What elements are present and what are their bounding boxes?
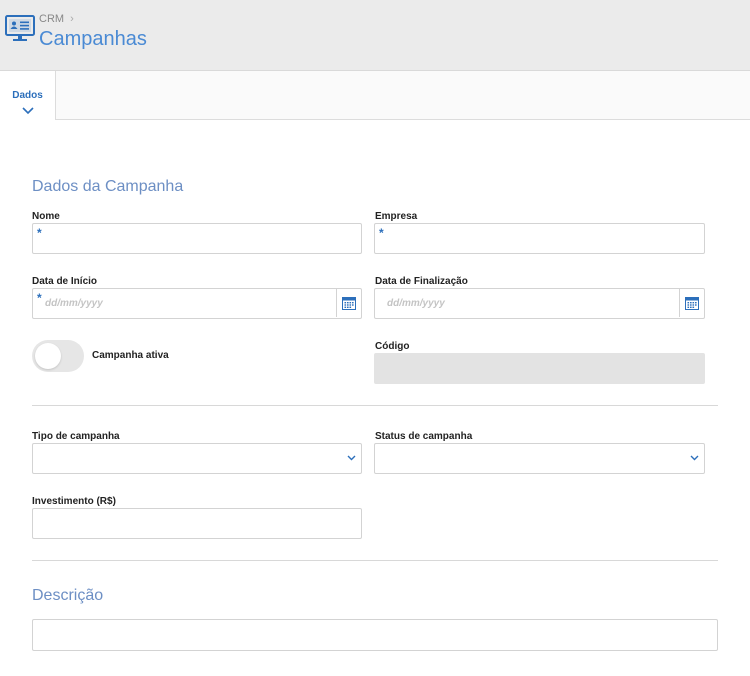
- toggle-knob: [35, 343, 61, 369]
- required-marker: *: [37, 291, 42, 305]
- tipo-campanha-select[interactable]: [32, 443, 362, 474]
- required-marker: *: [379, 226, 384, 240]
- calendar-icon: [342, 297, 356, 310]
- nome-input[interactable]: *: [32, 223, 362, 254]
- data-inicio-input[interactable]: * dd/mm/yyyy: [32, 288, 362, 319]
- calendar-button[interactable]: [336, 289, 361, 317]
- date-placeholder: dd/mm/yyyy: [45, 298, 103, 309]
- calendar-button[interactable]: [679, 289, 704, 317]
- status-campanha-select[interactable]: [374, 443, 705, 474]
- monitor-contact-card-icon: [5, 15, 35, 41]
- codigo-label: Código: [375, 341, 410, 352]
- calendar-icon: [685, 297, 699, 310]
- chevron-down-icon: [347, 455, 356, 461]
- required-marker: *: [37, 226, 42, 240]
- empresa-input[interactable]: *: [374, 223, 705, 254]
- breadcrumb: CRM ›: [39, 13, 74, 25]
- section-title-descricao: Descrição: [32, 587, 104, 604]
- data-finalizacao-label: Data de Finalização: [375, 276, 468, 287]
- chevron-down-icon: [690, 455, 699, 461]
- divider: [32, 560, 718, 561]
- divider: [32, 405, 718, 406]
- data-finalizacao-input[interactable]: dd/mm/yyyy: [374, 288, 705, 319]
- breadcrumb-crm[interactable]: CRM: [39, 13, 64, 25]
- nome-label: Nome: [32, 211, 60, 222]
- empresa-label: Empresa: [375, 211, 418, 222]
- status-campanha-label: Status de campanha: [375, 431, 473, 442]
- investimento-input[interactable]: [32, 508, 362, 539]
- tab-bar: Dados: [0, 71, 750, 120]
- tab-dados[interactable]: Dados: [0, 71, 56, 120]
- descricao-input[interactable]: [32, 619, 718, 651]
- investimento-label: Investimento (R$): [32, 496, 116, 507]
- chevron-down-icon: [22, 107, 34, 115]
- tipo-campanha-label: Tipo de campanha: [32, 431, 120, 442]
- tab-dados-label: Dados: [12, 90, 43, 101]
- campanha-ativa-toggle[interactable]: [32, 340, 84, 372]
- data-inicio-label: Data de Início: [32, 276, 98, 287]
- section-title-dados: Dados da Campanha: [32, 178, 184, 195]
- campanha-ativa-label: Campanha ativa: [92, 350, 169, 361]
- codigo-field: [374, 353, 705, 384]
- page-header: CRM › Campanhas: [0, 0, 750, 71]
- chevron-right-icon: ›: [70, 13, 74, 25]
- page-title: Campanhas: [39, 28, 147, 50]
- date-placeholder: dd/mm/yyyy: [387, 298, 445, 309]
